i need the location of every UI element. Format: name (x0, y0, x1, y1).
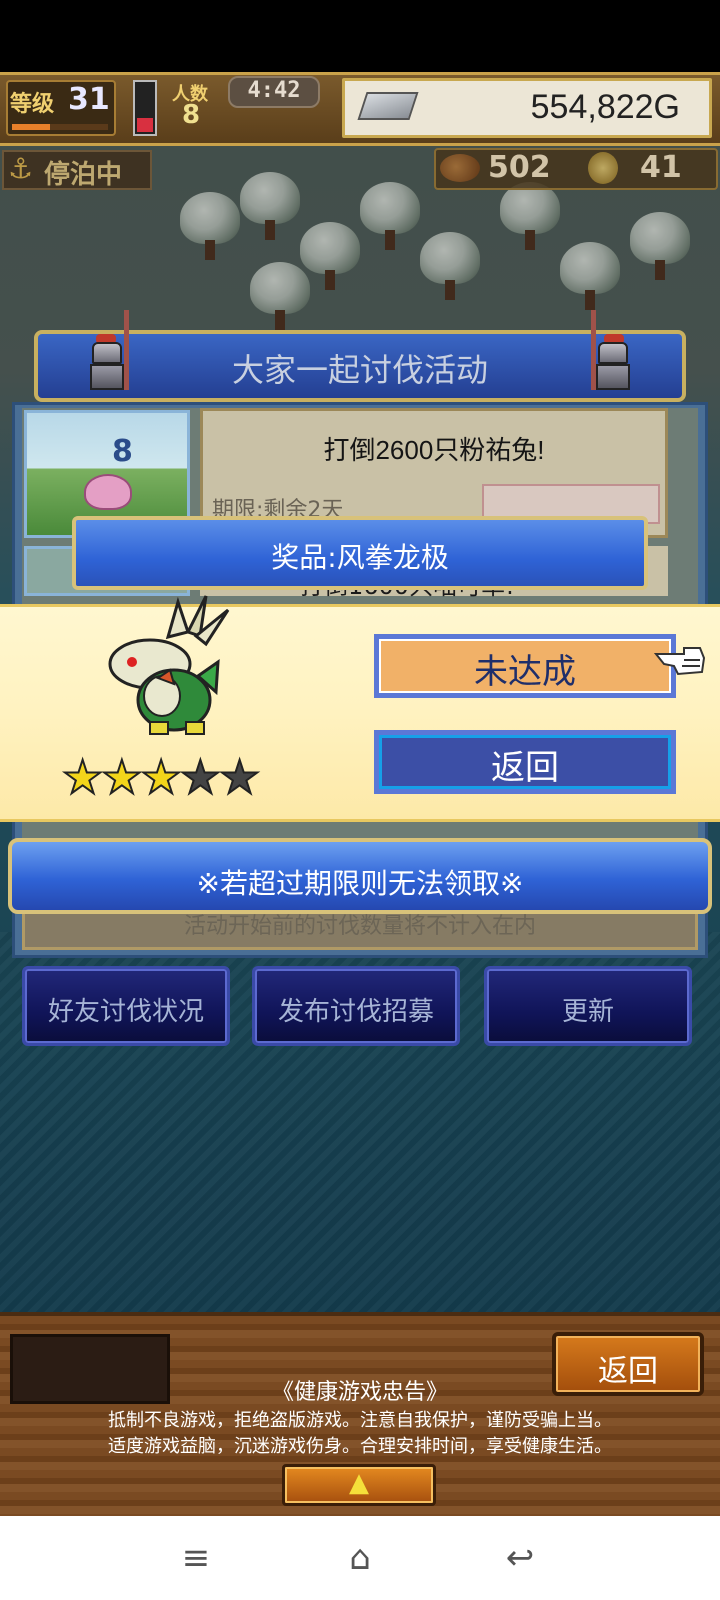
star-filled-icon: ★ (61, 750, 104, 804)
post-recruit-label: 发布讨伐招募 (277, 997, 434, 1027)
knight-icon (86, 310, 129, 390)
dialog-back-label: 返回 (491, 748, 559, 788)
health-advice-line: 抵制不良游戏，拒绝盗版游戏。注意自我保护，谨防受骗上当。 (108, 1410, 612, 1431)
status-bar (0, 0, 720, 72)
knight-icon (591, 310, 634, 390)
star-empty-icon: ★ (179, 750, 222, 804)
event-title: 大家一起讨伐活动 (231, 351, 488, 389)
friends-status-button[interactable]: 好友讨伐状况 (22, 966, 230, 1046)
home-icon[interactable]: ⌂ (320, 1530, 400, 1586)
level-value: 31 (68, 82, 110, 117)
claim-status-label: 未达成 (474, 652, 576, 692)
silver-bar-icon (357, 92, 419, 120)
friends-status-label: 好友讨伐状况 (47, 997, 204, 1027)
post-recruit-button[interactable]: 发布讨伐招募 (252, 966, 460, 1046)
health-advice-line: 适度游戏益脑，沉迷游戏伤身。合理安排时间，享受健康生活。 (108, 1436, 612, 1457)
prize-title: 奖品:风拳龙极 (271, 541, 449, 574)
star-filled-icon: ★ (100, 750, 143, 804)
stamina-gauge-fill (137, 118, 153, 132)
pink-rabbit-monster-icon (84, 474, 132, 510)
health-advice-title: 《健康游戏忠告》 (271, 1380, 448, 1405)
exp-bar-fill (12, 124, 50, 130)
crew-count: 8 (182, 100, 201, 130)
mission-remaining-count: 8 (112, 434, 133, 469)
game-clock: 4:42 (247, 78, 301, 103)
refresh-label: 更新 (561, 997, 614, 1027)
notice-text: ※若超过期限则无法领取※ (196, 867, 524, 900)
refresh-button[interactable]: 更新 (484, 966, 692, 1046)
back-icon[interactable]: ↩ (480, 1530, 560, 1586)
star-empty-icon: ★ (218, 750, 261, 804)
triangle-up-icon: ▲ (349, 1468, 369, 1498)
gold-amount: 554,822G (530, 88, 680, 126)
menu-icon[interactable]: ≡ (156, 1530, 236, 1586)
rarity-stars: ★★★★★ (61, 750, 261, 804)
pointing-hand-icon (654, 647, 706, 676)
level-label: 等级 (10, 92, 55, 117)
mission-description: 打倒2600只粉祐兔! (323, 435, 545, 465)
dragon-monster-icon (108, 595, 230, 735)
star-filled-icon: ★ (139, 750, 182, 804)
